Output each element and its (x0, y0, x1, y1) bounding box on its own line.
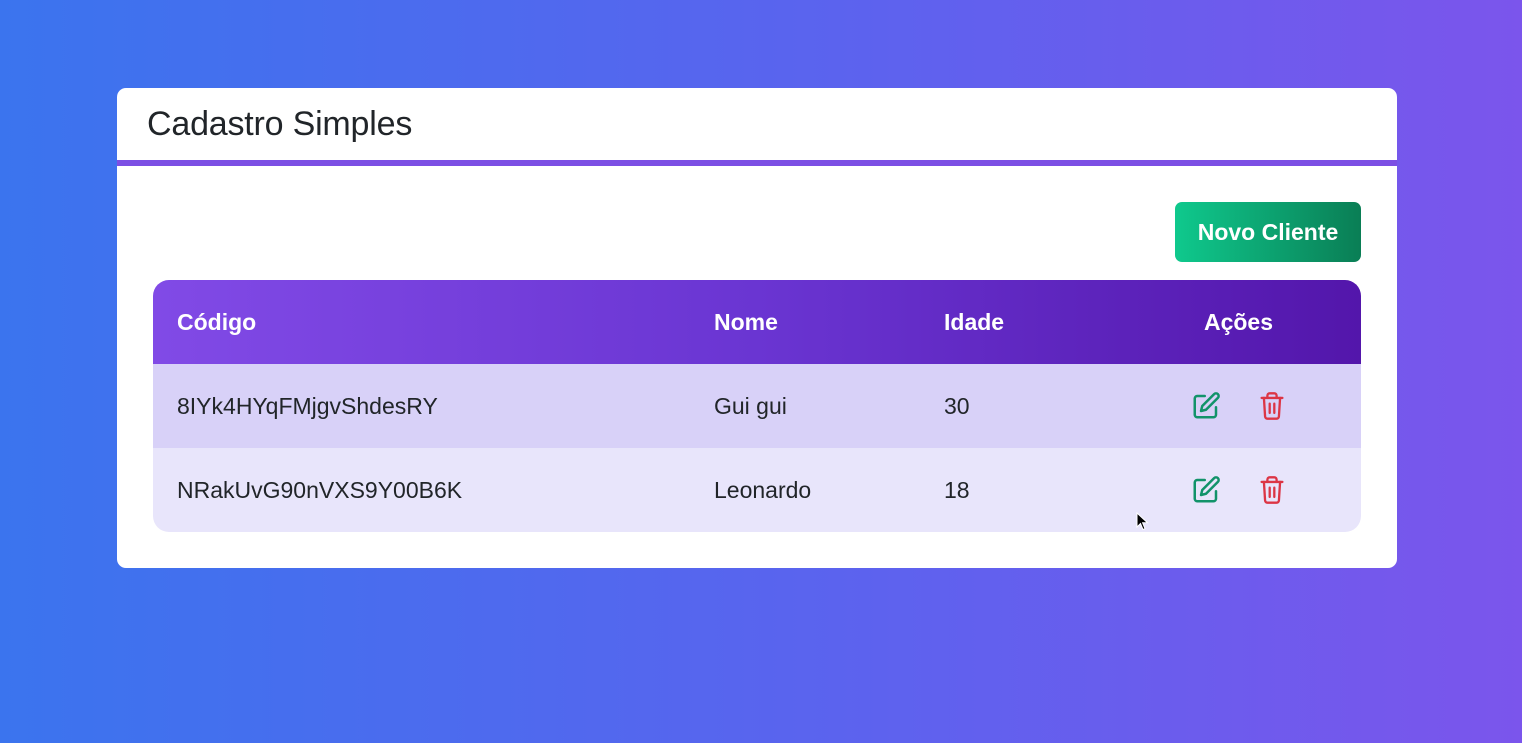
main-card: Cadastro Simples Novo Cliente Código Nom… (117, 88, 1397, 568)
table-header-row: Código Nome Idade Ações (153, 280, 1361, 364)
column-header-idade: Idade (944, 308, 1005, 335)
column-header-nome: Nome (714, 308, 778, 335)
edit-icon[interactable] (1190, 474, 1222, 506)
card-header: Cadastro Simples (117, 88, 1397, 166)
table-row: NRakUvG90nVXS9Y00B6K Leonardo 18 (153, 448, 1361, 532)
page-title: Cadastro Simples (147, 104, 413, 143)
edit-icon[interactable] (1190, 390, 1222, 422)
column-header-codigo: Código (177, 308, 257, 335)
cell-codigo: 8IYk4HYqFMjgvShdesRY (177, 392, 438, 419)
clients-table: Código Nome Idade Ações 8IYk4HYqFMjgvShd… (153, 280, 1361, 532)
cell-nome: Gui gui (714, 392, 787, 419)
cell-nome: Leonardo (714, 476, 812, 503)
mouse-cursor-icon (1136, 512, 1149, 531)
cell-idade: 30 (944, 392, 970, 419)
trash-icon[interactable] (1256, 390, 1288, 422)
trash-icon[interactable] (1256, 474, 1288, 506)
cell-actions (1116, 364, 1361, 448)
cell-idade: 18 (944, 476, 970, 503)
cell-actions (1116, 448, 1361, 532)
table-row: 8IYk4HYqFMjgvShdesRY Gui gui 30 (153, 364, 1361, 448)
new-client-button[interactable]: Novo Cliente (1175, 202, 1361, 262)
column-header-acoes: Ações (1203, 308, 1274, 335)
cell-codigo: NRakUvG90nVXS9Y00B6K (177, 476, 463, 503)
